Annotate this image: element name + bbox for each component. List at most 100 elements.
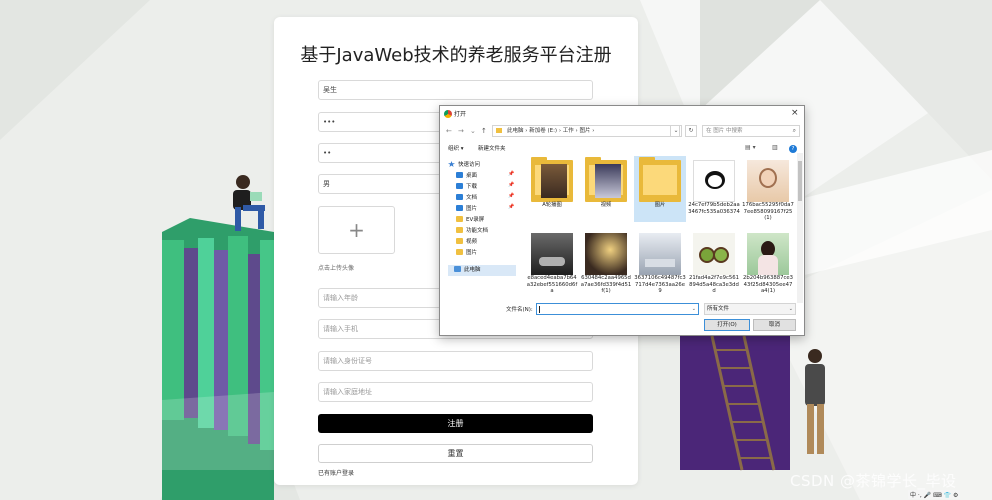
star-icon [448,161,455,167]
register-button[interactable]: 注册 [318,414,593,433]
open-button[interactable]: 打开(O) [704,319,750,331]
file-item[interactable]: 3637106c49487fc3717d4e7363aa26e9 [634,229,686,295]
nav-this-pc[interactable]: 此电脑 [448,265,516,276]
navigation-pane: 快速访问 桌面 下载 文档 图片 EV录屏 功能文档 视频 图片 此电脑 📌 📌… [446,160,516,282]
image-thumbnail [693,233,735,275]
picture-icon [456,205,463,211]
file-item[interactable]: 图片 [634,156,686,222]
scrollbar-thumb[interactable] [798,161,802,201]
desktop-icon [456,172,463,178]
computer-icon [454,266,461,272]
chevron-down-icon: ⌄ [788,306,793,312]
address-bar[interactable]: 此电脑 › 新加卷 (E:) › 工作 › 图片 › [492,125,680,137]
nav-documents[interactable]: 文档 [456,193,477,204]
file-name: 24c7ef79b5deb2aa3467fc535a036374 [688,202,740,215]
books-illustration [162,218,274,500]
filename-label: 文件名(N): [506,307,533,313]
search-icon: ⌕ [792,127,796,134]
plus-icon: + [348,218,365,242]
nav-videos[interactable]: 视频 [456,237,477,248]
chevron-down-icon[interactable]: ⌄ [470,125,476,137]
dialog-titlebar[interactable]: 打开 × [440,106,804,122]
file-grid: A轮播图 视频 图片 24c7ef79b5deb2aa3467fc535a036… [524,153,796,303]
forward-arrow-icon[interactable]: → [458,125,464,137]
username-field[interactable]: 吴生 [318,80,593,100]
file-grid-scrollbar[interactable] [797,153,803,303]
pin-icon: 📌 [508,193,515,199]
search-input[interactable]: 在 图片 中搜索 ⌕ [702,125,800,137]
file-name: e8aced4eaba7b64a32ebef551660d6fa [526,275,578,294]
page-title: 基于JavaWeb技术的养老服务平台注册 [300,45,612,66]
chevron-down-icon[interactable]: ⌄ [692,304,696,314]
nav-quick-access[interactable]: 快速访问 [448,160,480,171]
file-name: A轮播图 [542,202,562,208]
nav-pictures[interactable]: 图片 [456,204,477,215]
file-item[interactable]: A轮播图 [526,156,578,222]
id-number-field[interactable]: 请输入身份证号 [318,351,593,371]
address-field[interactable]: 请输入家庭地址 [318,382,593,402]
folder-icon [456,227,463,233]
chrome-icon [444,110,452,118]
help-icon[interactable]: ? [789,145,797,153]
reset-button[interactable]: 重置 [318,444,593,463]
close-icon[interactable]: × [791,108,799,118]
file-name: 21fad4a2f7e9c561894d5a48ca3e3ddd [688,275,740,294]
login-link[interactable]: 已有账户登录 [318,468,354,477]
file-item[interactable]: 630484c2aa4965da7ae36fd339f4d51f(1) [580,229,632,295]
ime-toolbar[interactable]: 中 ·, 🎤 ⌨ 👕 ⚙ [908,490,961,499]
file-item[interactable]: e8aced4eaba7b64a32ebef551660d6fa [526,229,578,295]
back-arrow-icon[interactable]: ← [446,125,452,137]
file-item[interactable]: 21fad4a2f7e9c561894d5a48ca3e3ddd [688,229,740,295]
file-item[interactable]: 视频 [580,156,632,222]
avatar-upload-label: 点击上传头像 [318,265,355,272]
folder-icon [639,157,681,202]
folder-icon [531,157,573,202]
nav-images[interactable]: 图片 [456,248,477,259]
preview-pane-icon[interactable]: ▥ [772,144,778,151]
pin-icon: 📌 [508,171,515,177]
document-icon [456,194,463,200]
file-name: 2b204b963887ce343f25d84305ee47a4(1) [743,275,793,294]
address-dropdown-icon[interactable]: ⌄ [670,125,682,137]
cancel-button[interactable]: 取消 [753,319,796,331]
folder-icon [456,249,463,255]
new-folder-button[interactable]: 新建文件夹 [478,144,506,152]
image-thumbnail [639,233,681,275]
address-path: 此电脑 › 新加卷 (E:) › 工作 › 图片 › [507,128,595,134]
nav-ev-recordings[interactable]: EV录屏 [456,215,484,226]
image-thumbnail [747,160,789,202]
folder-icon [456,216,463,222]
nav-function-docs[interactable]: 功能文档 [456,226,488,237]
nav-desktop[interactable]: 桌面 [456,171,477,182]
view-options-icon[interactable]: ▤ ▾ [745,144,756,151]
csdn-watermark: CSDN @茶锦学长_毕设 [790,472,957,490]
nav-downloads[interactable]: 下载 [456,182,477,193]
file-type-select[interactable]: 所有文件 ⌄ [704,303,796,315]
image-thumbnail [585,233,627,275]
dialog-title: 打开 [454,111,467,118]
pin-icon: 📌 [508,204,515,210]
dialog-navbar: ← → ⌄ ↑ 此电脑 › 新加卷 (E:) › 工作 › 图片 › ⌄ ↻ 在… [440,124,804,138]
download-icon [456,183,463,189]
file-name: 视频 [600,202,612,208]
folder-icon [456,238,463,244]
image-thumbnail [693,160,735,202]
organize-button[interactable]: 组织 ▾ [448,144,464,152]
refresh-icon[interactable]: ↻ [685,125,697,137]
file-type-value: 所有文件 [707,306,730,312]
file-name: 630484c2aa4965da7ae36fd339f4d51f(1) [580,275,632,294]
image-thumbnail [531,233,573,275]
file-item[interactable]: 24c7ef79b5deb2aa3467fc535a036374 [688,156,740,222]
avatar-upload-button[interactable]: + [318,206,395,254]
filename-input[interactable]: ⌄ [536,303,699,315]
file-name: 3637106c49487fc3717d4e7363aa26e9 [634,275,686,294]
up-arrow-icon[interactable]: ↑ [481,125,487,137]
file-item[interactable]: 176bac55295f0da77ee858099167f25(1) [742,156,794,222]
pin-icon: 📌 [508,182,515,188]
image-thumbnail [747,233,789,275]
folder-icon [496,128,502,133]
file-item[interactable]: 2b204b963887ce343f25d84305ee47a4(1) [742,229,794,295]
text-caret [539,306,540,313]
file-open-dialog: 打开 × ← → ⌄ ↑ 此电脑 › 新加卷 (E:) › 工作 › 图片 › … [439,105,805,336]
ladder-illustration [680,335,790,471]
